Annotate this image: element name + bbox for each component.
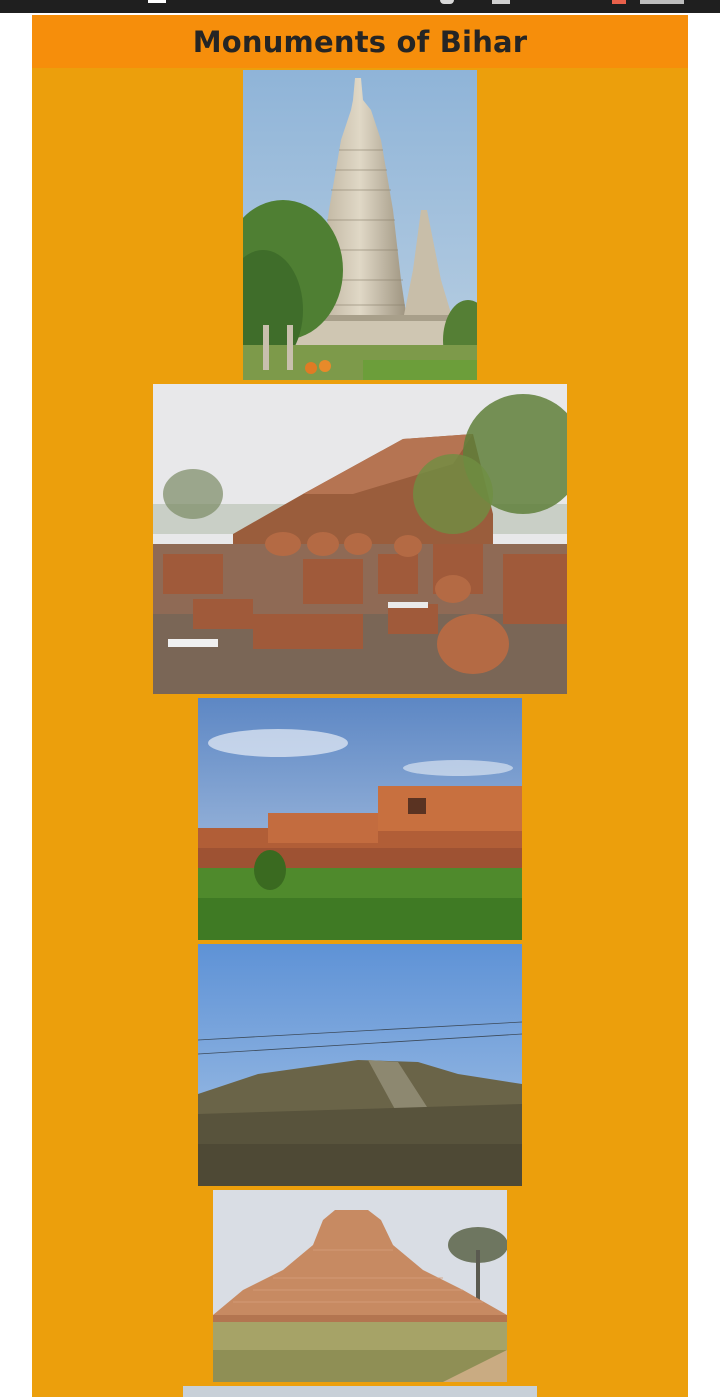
signal-icon: [492, 0, 510, 4]
battery-icon: [612, 0, 626, 4]
page-title: Monuments of Bihar: [192, 24, 528, 59]
partial-photo: [183, 1386, 537, 1397]
alarm-icon: [440, 0, 454, 4]
page-header: Monuments of Bihar: [32, 15, 688, 68]
mahabodhi-temple-photo: [243, 70, 477, 380]
kesariya-stupa-photo: [213, 1190, 507, 1382]
document-icon: [148, 0, 166, 3]
page-container: Monuments of Bihar: [32, 15, 688, 1397]
stupa-ruins-photo: [153, 384, 567, 694]
network-icon: [640, 0, 684, 4]
rubble-mound-photo: [198, 944, 522, 1186]
nalanda-ruins-photo: [198, 698, 522, 940]
status-bar: [0, 0, 720, 13]
